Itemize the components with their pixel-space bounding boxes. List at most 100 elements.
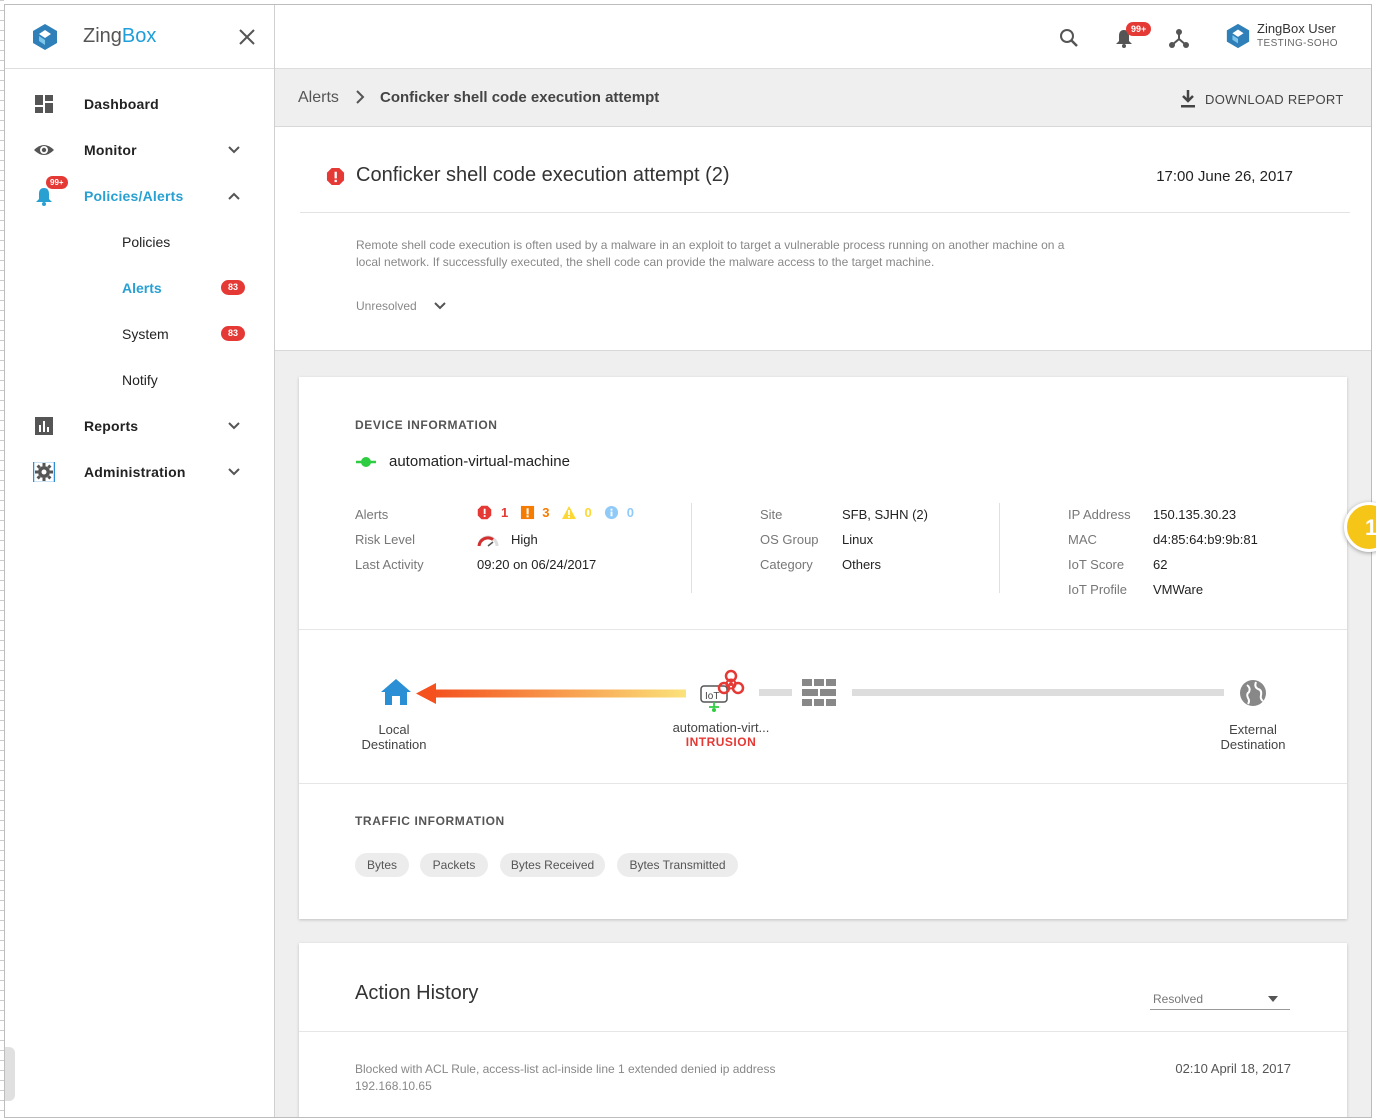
breadcrumb-root-link[interactable]: Alerts xyxy=(298,89,339,107)
alert-description: Remote shell code execution is often use… xyxy=(356,238,1065,269)
critical-alert-icon xyxy=(477,505,492,520)
link-segment xyxy=(852,689,1224,696)
chevron-down-icon[interactable] xyxy=(227,419,241,433)
chevron-down-icon xyxy=(433,302,446,310)
ip-address-label: IP Address xyxy=(1068,507,1131,522)
history-entry-text: Blocked with ACL Rule, access-list acl-i… xyxy=(355,1062,776,1093)
sidebar-item-label: Monitor xyxy=(84,142,137,158)
sidebar-subitem-system[interactable]: System 83 xyxy=(5,311,275,357)
risk-level-value: High xyxy=(511,532,538,547)
info-count: 0 xyxy=(626,505,634,520)
caution-count: 0 xyxy=(584,505,592,520)
divider xyxy=(299,783,1347,784)
sidebar-subitem-alerts[interactable]: Alerts 83 xyxy=(5,265,275,311)
firewall-icon xyxy=(802,679,836,706)
zingbox-logo-icon xyxy=(33,23,57,50)
sidebar-header: ZingBox xyxy=(5,5,274,69)
site-value: SFB, SJHN (2) xyxy=(842,507,928,522)
sidebar-item-label: Administration xyxy=(84,464,186,480)
history-filter-select[interactable]: Resolved xyxy=(1150,988,1290,1010)
critical-alert-icon xyxy=(326,167,345,186)
chevron-down-icon[interactable] xyxy=(227,465,241,479)
mac-label: MAC xyxy=(1068,532,1097,547)
alert-status-dropdown[interactable]: Unresolved xyxy=(356,299,447,313)
alert-title: Conficker shell code execution attempt (… xyxy=(356,164,730,186)
close-icon[interactable] xyxy=(237,27,257,47)
history-entry-time: 02:10 April 18, 2017 xyxy=(1175,1061,1291,1076)
category-value: Others xyxy=(842,557,882,572)
side-drawer-handle[interactable] xyxy=(5,1047,15,1101)
bell-icon xyxy=(36,188,52,206)
traffic-tab-bytes-transmitted[interactable]: Bytes Transmitted xyxy=(617,853,738,877)
mac-value: d4:85:64:b9:9b:81 xyxy=(1153,532,1258,547)
alert-summary-card: Conficker shell code execution attempt (… xyxy=(275,127,1371,351)
traffic-tab-bytes[interactable]: Bytes xyxy=(355,853,409,877)
device-name[interactable]: automation-virtual-machine xyxy=(389,453,570,470)
iot-profile-value: VMWare xyxy=(1153,582,1204,597)
org-logo-icon[interactable] xyxy=(1225,23,1251,49)
history-filter-value: Resolved xyxy=(1153,992,1204,1006)
download-report-label: DOWNLOAD REPORT xyxy=(1205,91,1344,107)
device-section-title: DEVICE INFORMATION xyxy=(355,418,498,432)
category-label: Category xyxy=(760,557,813,572)
os-group-value: Linux xyxy=(842,532,874,547)
sidebar-item-label: Notify xyxy=(122,372,158,388)
device-name-row: automation-virtual-machine xyxy=(355,453,570,470)
dropdown-arrow-icon xyxy=(1268,996,1278,1002)
action-history-card: Action History Resolved Blocked with ACL… xyxy=(299,943,1347,1117)
iot-score-label: IoT Score xyxy=(1068,557,1125,572)
last-activity-value: 09:20 on 06/24/2017 xyxy=(477,557,597,572)
user-org: TESTING-SOHO xyxy=(1257,38,1338,49)
user-name[interactable]: ZingBox User xyxy=(1257,21,1336,36)
sidebar-item-reports[interactable]: Reports xyxy=(5,403,275,449)
bar-chart-icon xyxy=(35,417,53,435)
download-report-button[interactable]: DOWNLOAD REPORT xyxy=(1179,89,1344,109)
brand-name: ZingBox xyxy=(83,25,157,47)
local-destination-label: Local Destination xyxy=(361,722,427,752)
traffic-section-title: TRAFFIC INFORMATION xyxy=(355,814,505,828)
divider xyxy=(299,629,1347,630)
caution-alert-icon xyxy=(562,506,577,519)
chevron-down-icon[interactable] xyxy=(227,143,241,157)
sidebar-item-monitor[interactable]: Monitor xyxy=(5,127,275,173)
sidebar-subitem-policies[interactable]: Policies xyxy=(5,219,275,265)
sidebar-item-policies-alerts[interactable]: 99+ Policies/Alerts xyxy=(5,173,275,219)
sidebar-item-label: System xyxy=(122,326,169,342)
globe-icon xyxy=(1240,680,1266,706)
external-destination-label: External Destination xyxy=(1220,722,1286,752)
traffic-tab-packets[interactable]: Packets xyxy=(420,853,488,877)
alerts-label: Alerts xyxy=(355,507,389,522)
divider xyxy=(300,212,1350,213)
sidebar-item-administration[interactable]: Administration xyxy=(5,449,275,495)
last-activity-label: Last Activity xyxy=(355,557,424,572)
device-flow-label: automation-virt... INTRUSION xyxy=(661,720,781,750)
site-label: Site xyxy=(760,507,783,522)
intrusion-label: INTRUSION xyxy=(685,735,757,749)
column-divider xyxy=(691,503,692,593)
download-icon xyxy=(1181,90,1195,108)
warning-count: 3 xyxy=(542,505,550,520)
sidebar-subitem-notify[interactable]: Notify xyxy=(5,357,275,403)
count-badge: 83 xyxy=(221,280,246,295)
sidebar-item-label: Policies/Alerts xyxy=(84,188,184,204)
divider xyxy=(299,1031,1347,1032)
chevron-up-icon[interactable] xyxy=(227,189,241,203)
link-segment xyxy=(759,689,792,696)
iot-tag: IoT xyxy=(705,691,720,702)
traffic-tab-bytes-received[interactable]: Bytes Received xyxy=(500,853,605,877)
sidebar-item-dashboard[interactable]: Dashboard xyxy=(5,81,275,127)
iot-device-infected-icon[interactable] xyxy=(695,669,751,715)
sidebar-item-label: Alerts xyxy=(122,280,162,296)
app-window: ZingBox Dashboard Monitor 99+ Policies/A… xyxy=(4,4,1372,1118)
column-divider xyxy=(999,503,1000,593)
breadcrumb-current: Conficker shell code execution attempt xyxy=(380,89,660,106)
dashboard-icon xyxy=(35,95,53,113)
network-topology-icon[interactable] xyxy=(1168,27,1190,49)
device-information-card: DEVICE INFORMATION automation-virtual-ma… xyxy=(299,377,1347,919)
search-icon[interactable] xyxy=(1058,27,1080,49)
risk-level-label: Risk Level xyxy=(355,532,415,547)
count-badge: 83 xyxy=(221,326,246,341)
critical-count: 1 xyxy=(501,505,509,520)
sidebar-item-label: Policies xyxy=(122,234,171,250)
inbound-traffic-arrow xyxy=(416,683,686,704)
